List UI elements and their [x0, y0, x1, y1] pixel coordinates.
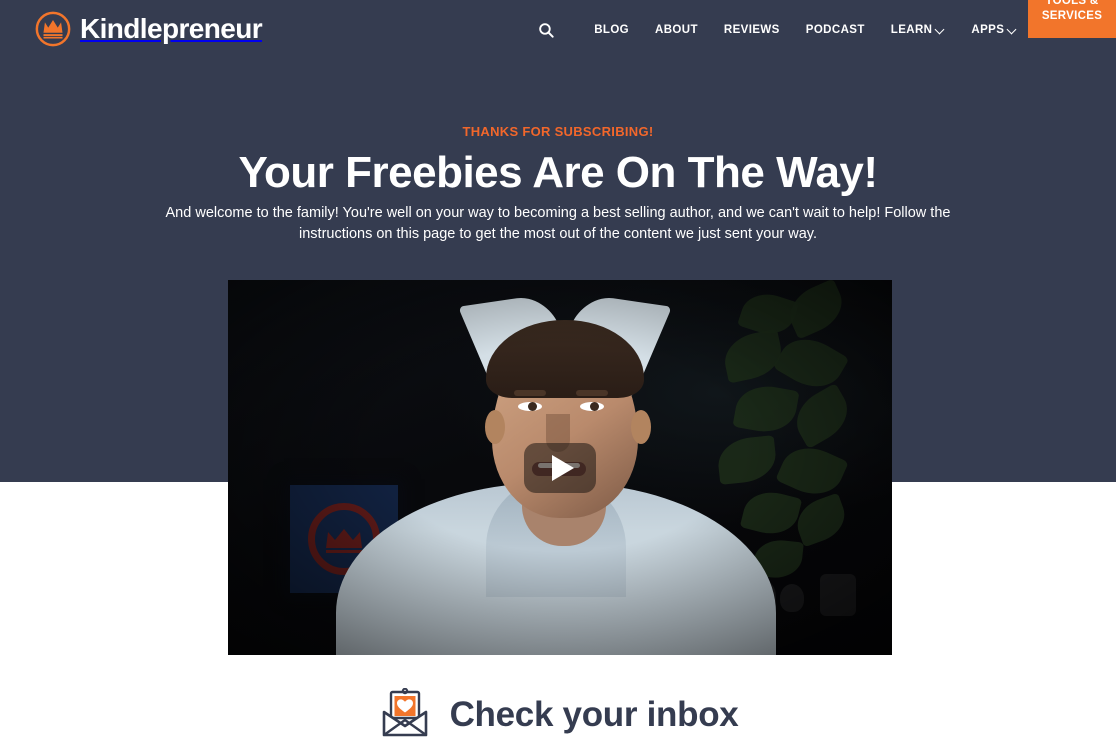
nav-label: PODCAST: [805, 24, 865, 36]
subject-ear-right: [631, 410, 651, 444]
nav-label: APPS: [971, 24, 1005, 36]
play-button[interactable]: [524, 442, 596, 493]
chevron-down-icon: [1008, 25, 1017, 34]
hero-subtext: And welcome to the family! You're well o…: [165, 205, 951, 242]
chevron-down-icon: [936, 25, 945, 34]
inbox-heading-row: Check your inbox: [0, 687, 1116, 740]
video-player[interactable]: [228, 280, 892, 655]
nav-label: ABOUT: [655, 24, 698, 36]
inbox-title: Check your inbox: [449, 694, 739, 734]
nav-item-reviews[interactable]: REVIEWS: [711, 24, 793, 36]
nav-item-blog[interactable]: BLOG: [581, 24, 642, 36]
play-triangle-icon: [551, 454, 574, 481]
nav-label: BLOG: [594, 24, 630, 36]
eyebrow-text: THANKS FOR SUBSCRIBING!: [462, 124, 654, 139]
nav-label: REVIEWS: [723, 24, 780, 36]
page-title: Your Freebies Are On The Way!: [238, 148, 878, 197]
cta-line-2: SERVICES: [1041, 10, 1103, 22]
nav-item-podcast[interactable]: PODCAST: [793, 24, 878, 36]
crown-circle-icon: [34, 10, 72, 48]
page-root: Kindlepreneur BLOG ABOUT REVIEWS PODCAST: [0, 0, 1116, 750]
nav-label: LEARN: [890, 24, 933, 36]
nav-item-learn[interactable]: LEARN: [878, 24, 959, 36]
logo-wordmark: Kindlepreneur: [80, 13, 263, 44]
nav-item-apps[interactable]: APPS: [958, 24, 1030, 36]
subject-pupil-left: [528, 402, 537, 411]
envelope-heart-icon: [378, 687, 432, 740]
nav-item-about[interactable]: ABOUT: [642, 24, 711, 36]
site-header: Kindlepreneur BLOG ABOUT REVIEWS PODCAST: [0, 0, 1116, 58]
subject-pupil-right: [590, 402, 599, 411]
background-object: [820, 574, 856, 616]
main-navigation: BLOG ABOUT REVIEWS PODCAST LEARN APPS CO…: [533, 0, 1116, 41]
background-object: [780, 584, 804, 612]
tools-and-services-button[interactable]: TOOLS & SERVICES: [1028, 0, 1116, 38]
subject-brow-right: [576, 390, 608, 396]
search-icon[interactable]: [533, 19, 559, 41]
cta-line-1: TOOLS &: [1045, 0, 1099, 7]
subject-brow-left: [514, 390, 546, 396]
subject-ear-left: [485, 410, 505, 444]
site-logo[interactable]: Kindlepreneur: [34, 10, 263, 48]
